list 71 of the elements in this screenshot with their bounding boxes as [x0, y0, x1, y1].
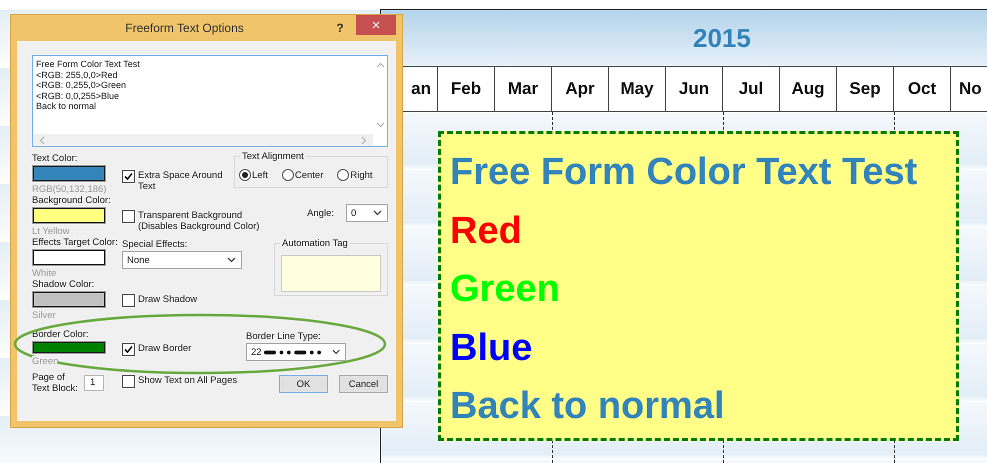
color-swatch[interactable] [33, 208, 105, 223]
checkbox-label: Transparent Background [138, 210, 244, 221]
field-label: Angle: [307, 208, 334, 218]
text-line: Green [450, 267, 561, 312]
chevron-down-icon [373, 210, 382, 216]
close-button[interactable]: × [356, 15, 396, 35]
color-swatch[interactable] [33, 166, 105, 181]
color-caption: White [32, 268, 56, 279]
checkbox[interactable] [122, 375, 135, 388]
field-label: Background Color: [32, 195, 111, 206]
page-number-field[interactable]: 1 [84, 375, 104, 391]
window-title: Freeform Text Options [124, 21, 245, 35]
automation-tag-field[interactable] [281, 255, 381, 292]
color-swatch[interactable] [33, 292, 105, 307]
help-button[interactable]: ? [332, 21, 348, 35]
text-line: Free Form Color Text Test [450, 150, 918, 195]
field-label: Effects Target Color: [32, 237, 118, 248]
checkbox[interactable] [122, 343, 135, 356]
color-caption: RGB(50,132,186) [32, 184, 106, 195]
dialog-button[interactable]: Cancel [339, 375, 388, 393]
field-label: Page of Text Block: [32, 372, 79, 394]
text-line: Back to normal [36, 101, 96, 112]
field-label: Shadow Color: [32, 279, 94, 290]
group-label: Automation Tag [280, 238, 350, 249]
checkbox[interactable] [122, 210, 135, 223]
color-caption: Silver [32, 310, 56, 321]
text-line: <RGB: 0,0,255>Blue [36, 90, 120, 101]
checkbox-note: (Disables Background Color) [138, 221, 260, 232]
field-label: Special Effects: [122, 239, 188, 250]
text-line: Free Form Color Text Test [36, 59, 140, 70]
radio-label: Center [294, 170, 324, 180]
color-swatch[interactable] [33, 250, 105, 265]
chevron-down-icon [332, 349, 340, 355]
color-caption: Green [32, 356, 58, 367]
checkbox[interactable] [122, 170, 135, 183]
checkbox-label: Extra Space Around Text [138, 170, 224, 192]
month-header: Oct [894, 67, 951, 111]
chevron-down-icon [227, 257, 236, 263]
angle-dropdown[interactable]: 0 [346, 204, 388, 222]
month-header: Feb [438, 67, 495, 111]
text-line: <RGB: 0,255,0>Green [36, 80, 126, 90]
month-header: No [958, 78, 983, 100]
dialog-button[interactable]: OK [279, 375, 328, 393]
border-line-type-dropdown[interactable]: 22 [246, 343, 346, 361]
month-header: Sep [837, 67, 894, 111]
month-header: Aug [780, 67, 837, 111]
month-header: May [609, 67, 666, 111]
radio-button[interactable] [282, 169, 294, 181]
text-line: <RGB: 255,0,0>Red [36, 70, 118, 80]
checkbox-label: Draw Shadow [138, 294, 198, 305]
field-label: Border Line Type: [246, 331, 321, 342]
month-header: Jul [723, 67, 780, 111]
text-line: Red [450, 208, 523, 254]
color-swatch[interactable] [33, 342, 105, 353]
radio-button[interactable] [239, 169, 251, 181]
field-label: Text Color: [32, 153, 78, 164]
year-label: 2015 [693, 22, 751, 54]
group-label: Text Alignment [240, 151, 306, 162]
checkbox-label: Draw Border [138, 343, 192, 354]
radio-label: Right [350, 170, 373, 180]
month-header: Jun [666, 67, 723, 111]
radio-button[interactable] [337, 169, 350, 181]
text-line: Blue [450, 326, 534, 370]
month-header: Mar [495, 67, 552, 111]
radio-label: Left [252, 170, 268, 180]
special-effects-dropdown[interactable]: None [122, 251, 242, 269]
checkbox-label: Show Text on All Pages [138, 375, 238, 386]
month-header: Apr [552, 67, 609, 111]
checkbox[interactable] [122, 294, 135, 307]
text-line: Back to normal [450, 384, 726, 429]
color-caption: Lt Yellow [32, 226, 70, 237]
